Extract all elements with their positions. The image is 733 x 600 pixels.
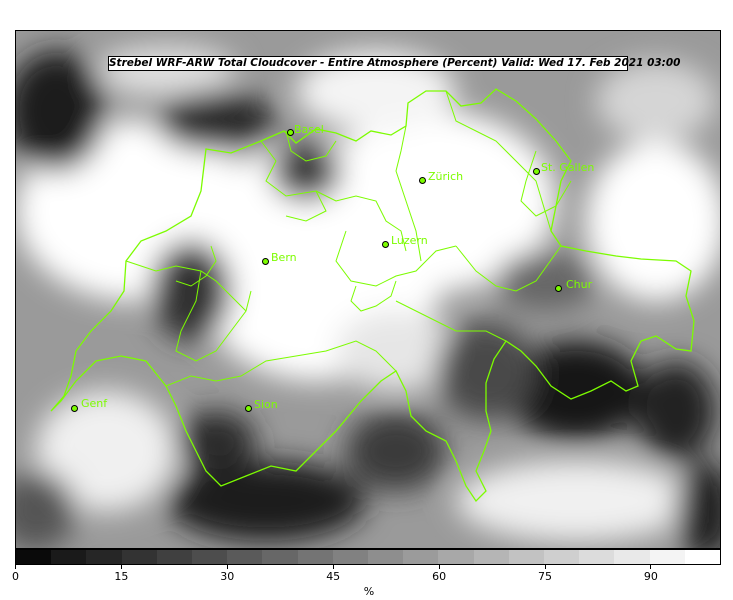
colorbar-swatch (649, 550, 685, 564)
colorbar-swatch (403, 550, 439, 564)
colorbar-swatch (473, 550, 509, 564)
city-marker-chur (555, 285, 562, 292)
colorbar-swatch (684, 550, 721, 564)
colorbar-swatch (51, 550, 87, 564)
city-label-basel: Basel (294, 123, 324, 136)
colorbar-swatch (227, 550, 263, 564)
colorbar-tick-label: 90 (643, 570, 658, 583)
colorbar-swatch (508, 550, 545, 564)
colorbar (15, 549, 721, 565)
colorbar-tick (332, 565, 334, 569)
city-label-chur: Chur (566, 278, 593, 291)
cloudcover-map (15, 30, 721, 549)
colorbar-swatch (16, 550, 52, 564)
city-label-st-gallen: St. Gallen (541, 161, 595, 174)
city-label-bern: Bern (271, 251, 297, 264)
colorbar-tick-label: 15 (114, 570, 129, 583)
colorbar-tick (226, 565, 228, 569)
city-label-luzern: Luzern (391, 234, 428, 247)
colorbar-swatch (86, 550, 122, 564)
colorbar-swatch (121, 550, 157, 564)
colorbar-swatch (544, 550, 580, 564)
city-marker-zurich (419, 177, 426, 184)
colorbar-swatch (614, 550, 650, 564)
colorbar-tick-label: 30 (220, 570, 235, 583)
city-marker-genf (71, 405, 78, 412)
colorbar-swatch (192, 550, 228, 564)
colorbar-unit-label: % (363, 585, 375, 598)
cloudcover-field (16, 31, 720, 548)
colorbar-tick-label: 45 (326, 570, 341, 583)
city-marker-luzern (382, 241, 389, 248)
colorbar-swatch (332, 550, 369, 564)
colorbar-tick (544, 565, 546, 569)
map-title: Strebel WRF-ARW Total Cloudcover - Entir… (108, 56, 681, 71)
colorbar-swatch (262, 550, 298, 564)
colorbar-tick-label: 75 (538, 570, 552, 583)
city-label-sion: Sion (254, 398, 278, 411)
colorbar-tick (120, 565, 122, 569)
colorbar-tick-label: 0 (12, 570, 19, 583)
colorbar-swatch (579, 550, 615, 564)
city-marker-bern (262, 258, 269, 265)
colorbar-swatch (156, 550, 193, 564)
colorbar-swatch (297, 550, 333, 564)
colorbar-tick (650, 565, 652, 569)
city-label-genf: Genf (81, 397, 108, 410)
city-marker-sion (245, 405, 252, 412)
city-label-zurich: Zürich (428, 170, 464, 183)
city-marker-basel (287, 129, 294, 136)
colorbar-tick (438, 565, 440, 569)
colorbar-swatch (368, 550, 404, 564)
city-marker-st-gallen (533, 168, 540, 175)
colorbar-tick-label: 60 (432, 570, 447, 583)
colorbar-swatch (438, 550, 474, 564)
colorbar-tick (15, 565, 16, 569)
